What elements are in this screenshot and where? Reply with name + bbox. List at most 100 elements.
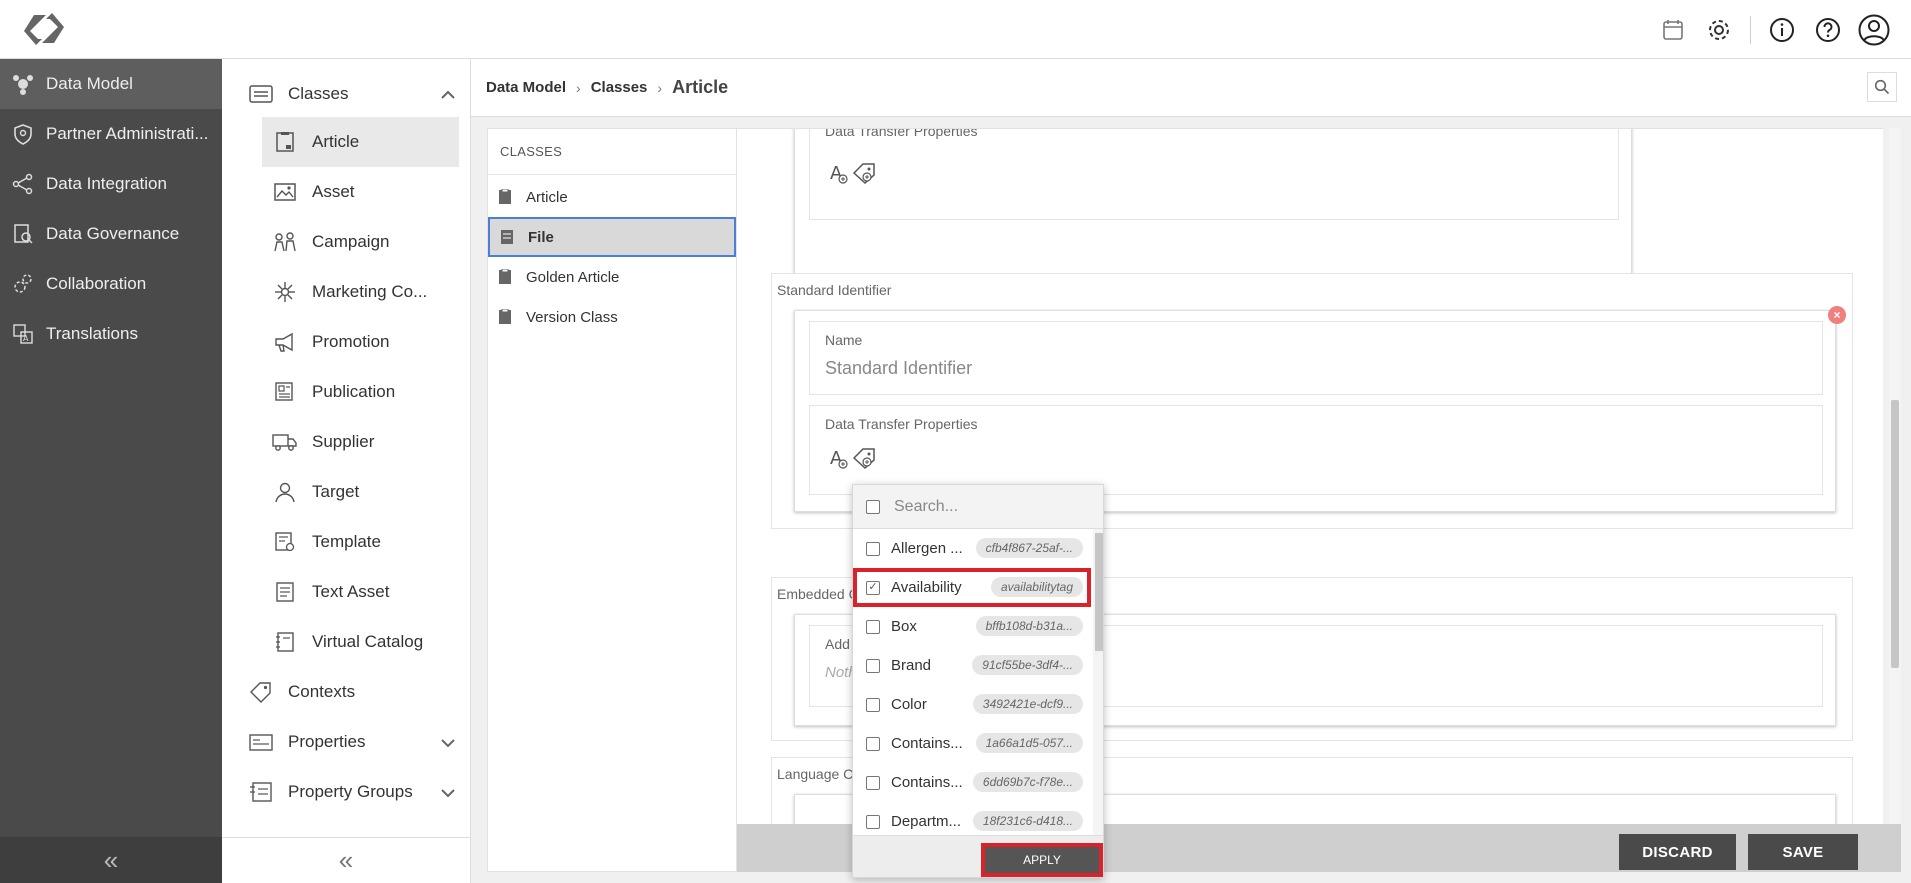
option-tag-badge: 91cf55be-3df4-... bbox=[972, 655, 1083, 675]
tag-icon bbox=[248, 679, 274, 705]
breadcrumb-item[interactable]: Data Model bbox=[486, 79, 566, 96]
article-icon bbox=[496, 188, 514, 206]
dropdown-option[interactable]: Departm... 18f231c6-d418... bbox=[853, 802, 1091, 835]
collapse-nav-button[interactable]: « bbox=[0, 837, 222, 883]
option-checkbox[interactable] bbox=[866, 814, 880, 829]
subnav-item-virtual-catalog[interactable]: Virtual Catalog bbox=[262, 617, 459, 667]
search-button[interactable] bbox=[1867, 72, 1897, 102]
properties-icon bbox=[248, 729, 274, 755]
chevron-down-icon[interactable] bbox=[440, 783, 456, 803]
class-item-label: Golden Article bbox=[526, 268, 620, 286]
class-item-article[interactable]: Article bbox=[488, 177, 736, 217]
double-chevron-left-icon: « bbox=[338, 845, 354, 875]
option-checkbox[interactable] bbox=[866, 619, 880, 634]
subnav-item-marketing[interactable]: Marketing Co... bbox=[262, 267, 459, 317]
subnav-item-label: Publication bbox=[312, 382, 396, 401]
option-checkbox[interactable] bbox=[866, 658, 880, 673]
class-item-label: Article bbox=[526, 188, 568, 206]
option-checkbox[interactable] bbox=[866, 775, 880, 790]
chevron-right-icon: › bbox=[657, 79, 663, 96]
nav-item-label: Data Integration bbox=[46, 174, 167, 193]
divider bbox=[1750, 16, 1751, 44]
classes-header: CLASSES bbox=[488, 129, 736, 175]
tag-add-icon[interactable] bbox=[852, 161, 878, 190]
nav-item-collaboration[interactable]: Collaboration bbox=[0, 259, 222, 309]
class-item-file[interactable]: File bbox=[488, 217, 736, 257]
subnav-item-label: Supplier bbox=[312, 432, 375, 451]
subnav-property-groups[interactable]: Property Groups bbox=[222, 767, 470, 817]
classes-icon bbox=[248, 81, 274, 107]
nav-item-data-model[interactable]: Data Model bbox=[0, 59, 222, 109]
remove-identifier-button[interactable]: × bbox=[1828, 306, 1846, 324]
name-field[interactable]: Name Standard Identifier bbox=[809, 321, 1823, 395]
subnav-item-supplier[interactable]: Supplier bbox=[262, 417, 459, 467]
shield-icon bbox=[10, 121, 36, 147]
subnav-item-text-asset[interactable]: Text Asset bbox=[262, 567, 459, 617]
discard-button[interactable]: DISCARD bbox=[1619, 834, 1736, 870]
option-checkbox[interactable] bbox=[866, 541, 880, 556]
field-label: Name bbox=[825, 332, 863, 348]
attribute-add-icon[interactable]: A bbox=[828, 161, 850, 190]
collapse-subnav-button[interactable]: « bbox=[222, 837, 470, 883]
subnav-properties[interactable]: Properties bbox=[222, 717, 470, 767]
dropdown-scrollbar-thumb[interactable] bbox=[1095, 533, 1103, 651]
nav-item-data-governance[interactable]: Data Governance bbox=[0, 209, 222, 259]
option-label: Box bbox=[891, 618, 917, 635]
class-item-label: Version Class bbox=[526, 308, 618, 326]
name-value: Standard Identifier bbox=[825, 358, 973, 378]
attribute-add-icon[interactable]: A bbox=[828, 446, 850, 475]
detail-scrollbar-thumb[interactable] bbox=[1891, 400, 1899, 668]
user-avatar-icon[interactable] bbox=[1851, 12, 1897, 48]
apply-button[interactable]: APPLY bbox=[981, 843, 1103, 877]
info-icon[interactable] bbox=[1759, 12, 1805, 48]
save-button[interactable]: SAVE bbox=[1748, 834, 1858, 870]
nav-item-data-integration[interactable]: Data Integration bbox=[0, 159, 222, 209]
dropdown-options: Allergen ... cfb4f867-25af-... Availabil… bbox=[853, 529, 1091, 835]
option-checkbox[interactable] bbox=[866, 736, 880, 751]
class-item-golden-article[interactable]: Golden Article bbox=[488, 257, 736, 297]
option-checkbox[interactable] bbox=[866, 697, 880, 712]
search-input[interactable]: Search... bbox=[894, 498, 958, 516]
subnav-label: Contexts bbox=[288, 682, 356, 701]
subnav-item-label: Campaign bbox=[312, 232, 390, 251]
governance-icon bbox=[10, 221, 36, 247]
calendar-icon[interactable] bbox=[1650, 12, 1696, 48]
help-icon[interactable] bbox=[1805, 12, 1851, 48]
dropdown-option[interactable]: Brand 91cf55be-3df4-... bbox=[853, 646, 1091, 685]
dropdown-option[interactable]: Box bffb108d-b31a... bbox=[853, 607, 1091, 646]
option-tag-badge: bffb108d-b31a... bbox=[975, 616, 1083, 636]
breadcrumb-item[interactable]: Classes bbox=[591, 79, 648, 96]
subnav-contexts[interactable]: Contexts bbox=[222, 667, 470, 717]
subnav-item-asset[interactable]: Asset bbox=[262, 167, 459, 217]
chevron-up-icon[interactable] bbox=[440, 85, 456, 105]
chevron-down-icon[interactable] bbox=[440, 733, 456, 753]
dropdown-option-availability[interactable]: Availability availabilitytag bbox=[853, 568, 1091, 607]
dropdown-search[interactable]: Search... bbox=[853, 485, 1103, 529]
subnav-item-article[interactable]: Article bbox=[262, 117, 459, 167]
gears-icon bbox=[10, 271, 36, 297]
dtp-icons: A bbox=[828, 446, 878, 475]
option-checkbox-checked[interactable] bbox=[866, 580, 880, 595]
subnav-label: Properties bbox=[288, 732, 366, 751]
dropdown-option[interactable]: Color 3492421e-dcf9... bbox=[853, 685, 1091, 724]
dropdown-option[interactable]: Allergen ... cfb4f867-25af-... bbox=[853, 529, 1091, 568]
subnav-item-promotion[interactable]: Promotion bbox=[262, 317, 459, 367]
dropdown-option[interactable]: Contains... 6dd69b7c-f78e... bbox=[853, 763, 1091, 802]
class-item-version-class[interactable]: Version Class bbox=[488, 297, 736, 337]
nav-item-translations[interactable]: A Translations bbox=[0, 309, 222, 359]
subnav-classes[interactable]: Classes bbox=[222, 73, 470, 115]
select-all-checkbox[interactable] bbox=[866, 499, 880, 514]
app-logo[interactable] bbox=[20, 9, 68, 49]
nav-item-partner-administration[interactable]: Partner Administrati... bbox=[0, 109, 222, 159]
gear-icon[interactable] bbox=[1696, 12, 1742, 48]
subnav-item-label: Article bbox=[312, 132, 360, 151]
tag-add-icon[interactable] bbox=[852, 446, 878, 475]
subnav-item-template[interactable]: Template bbox=[262, 517, 459, 567]
subnav-item-target[interactable]: Target bbox=[262, 467, 459, 517]
article-icon bbox=[496, 308, 514, 326]
megaphone-icon bbox=[272, 329, 298, 355]
subnav-item-publication[interactable]: Publication bbox=[262, 367, 459, 417]
dropdown-option[interactable]: Contains... 1a66a1d5-057... bbox=[853, 724, 1091, 763]
subnav-item-campaign[interactable]: Campaign bbox=[262, 217, 459, 267]
option-tag-badge: 6dd69b7c-f78e... bbox=[972, 772, 1083, 792]
